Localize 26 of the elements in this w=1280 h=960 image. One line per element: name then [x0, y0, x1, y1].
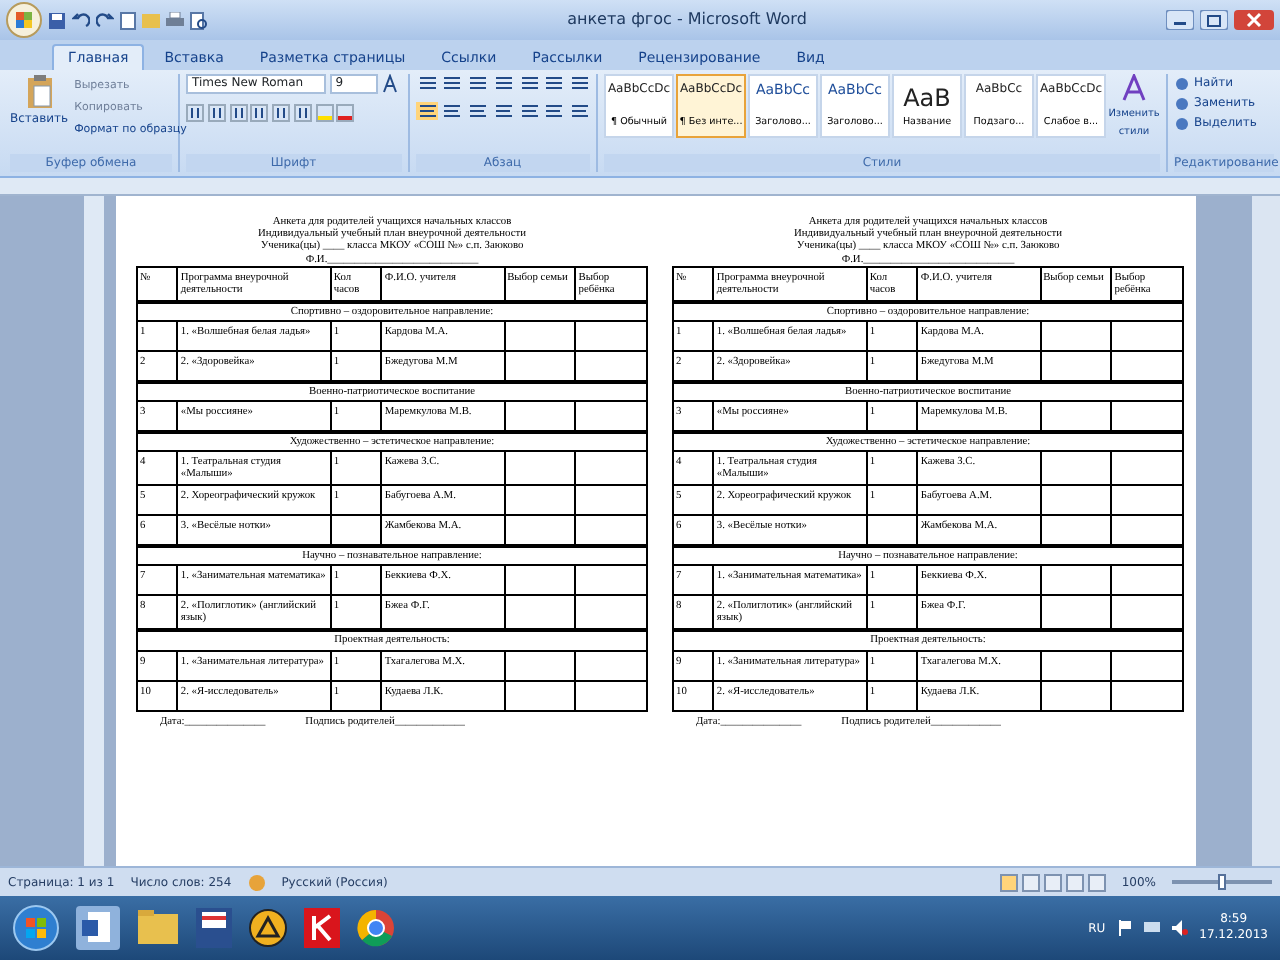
start-button-icon[interactable] [12, 904, 60, 952]
print-preview-icon[interactable] [190, 11, 208, 29]
font-color-icon[interactable] [336, 103, 355, 122]
flag-icon[interactable] [1117, 920, 1132, 936]
office-button-icon[interactable] [6, 2, 42, 38]
redo-icon[interactable] [96, 11, 114, 29]
new-document-icon[interactable] [120, 11, 136, 29]
document-app-icon[interactable] [76, 906, 120, 950]
align-left-icon[interactable] [415, 101, 437, 120]
speaker-icon[interactable] [1171, 920, 1188, 936]
save-icon[interactable] [48, 11, 66, 29]
window-title: анкета фгос - Microsoft Word [565, 8, 809, 32]
close-icon[interactable] [1234, 10, 1274, 30]
undo-icon[interactable] [72, 11, 90, 29]
clipboard-icon [25, 74, 54, 110]
minimize-icon[interactable] [1166, 10, 1194, 30]
slider-thumb[interactable] [1217, 874, 1225, 890]
triangle-disc-icon[interactable] [248, 908, 288, 948]
restore-icon[interactable] [1200, 10, 1228, 30]
browser-icon[interactable] [356, 908, 396, 948]
vertical-scrollbar[interactable] [1252, 196, 1280, 866]
k-letter-shield-icon[interactable] [304, 908, 340, 948]
grow-font-icon[interactable] [381, 74, 401, 94]
printer-icon[interactable] [166, 11, 184, 29]
styles-letters-icon [1122, 74, 1146, 102]
folder-icon[interactable] [136, 908, 180, 948]
